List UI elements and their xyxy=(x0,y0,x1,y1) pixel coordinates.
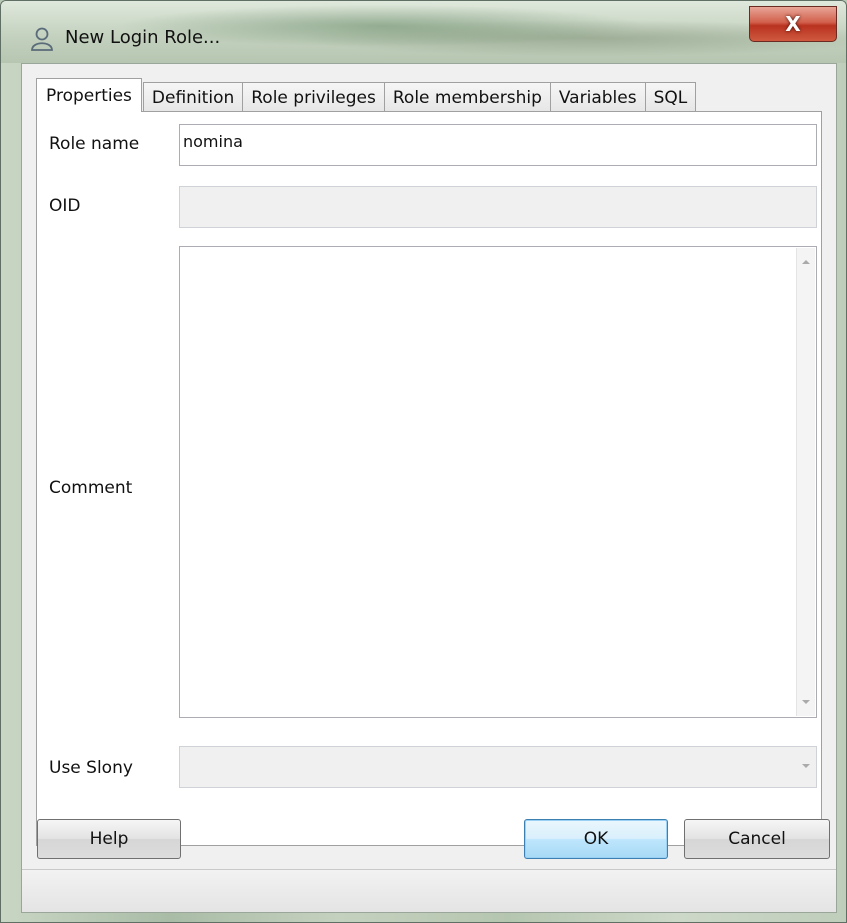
comment-label: Comment xyxy=(49,478,133,498)
role-name-input[interactable]: nomina xyxy=(179,124,817,166)
chevron-down-icon xyxy=(802,764,810,768)
close-button[interactable]: X xyxy=(749,6,837,42)
role-name-label: Role name xyxy=(49,134,140,154)
tab-strip: Properties Definition Role privileges Ro… xyxy=(36,78,697,112)
tab-role-privileges[interactable]: Role privileges xyxy=(242,82,385,112)
tab-label: Definition xyxy=(151,87,235,108)
user-icon xyxy=(31,27,53,51)
title-bar[interactable]: New Login Role... X xyxy=(1,1,846,63)
oid-label: OID xyxy=(49,196,81,216)
tab-label: Variables xyxy=(558,87,637,108)
scroll-down-icon[interactable] xyxy=(802,700,810,704)
tab-definition[interactable]: Definition xyxy=(142,82,244,112)
help-button[interactable]: Help xyxy=(37,819,181,859)
tab-sql[interactable]: SQL xyxy=(644,82,697,112)
cancel-button[interactable]: Cancel xyxy=(684,819,830,859)
tab-variables[interactable]: Variables xyxy=(549,82,646,112)
ok-button[interactable]: OK xyxy=(524,819,668,859)
use-slony-select xyxy=(179,746,817,788)
oid-input xyxy=(179,186,817,228)
use-slony-label: Use Slony xyxy=(49,758,133,778)
tab-label: SQL xyxy=(653,87,688,108)
window-title: New Login Role... xyxy=(65,27,221,48)
tab-properties[interactable]: Properties xyxy=(36,78,142,112)
comment-textarea[interactable] xyxy=(179,246,817,718)
tab-role-membership[interactable]: Role membership xyxy=(383,82,551,112)
cancel-button-label: Cancel xyxy=(728,829,786,849)
close-icon: X xyxy=(785,12,801,36)
tab-label: Role membership xyxy=(392,87,542,108)
ok-button-label: OK xyxy=(583,829,609,849)
help-button-label: Help xyxy=(89,829,129,849)
dialog-window: New Login Role... X Properties Definitio… xyxy=(0,0,847,923)
comment-scrollbar[interactable] xyxy=(796,248,815,716)
properties-panel: Role name nomina OID Comment Use Slony xyxy=(36,111,822,846)
tab-label: Properties xyxy=(46,85,132,106)
status-bar xyxy=(22,869,836,912)
scroll-up-icon[interactable] xyxy=(802,260,810,264)
tab-label: Role privileges xyxy=(251,87,376,108)
dialog-body: Properties Definition Role privileges Ro… xyxy=(21,63,837,913)
